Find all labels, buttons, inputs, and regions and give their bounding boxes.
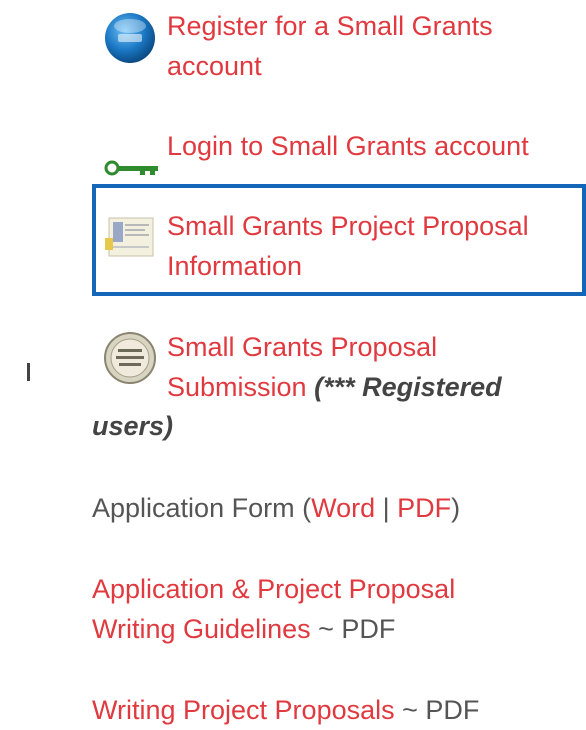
application-form-close: ) — [451, 493, 461, 523]
proposal-info-line2: Information — [167, 251, 303, 281]
proposal-info-line1: Small Grants Project Proposal — [167, 211, 529, 241]
writing-proposals-link[interactable]: Writing Project Proposals — [92, 695, 395, 725]
register-globe-icon[interactable] — [104, 12, 156, 64]
submission-line2: Submission — [167, 372, 307, 402]
login-link[interactable]: Login to Small Grants account — [167, 131, 529, 161]
writing-pdf-suffix: ~ PDF — [394, 695, 480, 725]
submission-badge-icon[interactable] — [103, 331, 157, 385]
application-form-label: Application Form ( — [92, 493, 312, 523]
pdf-link[interactable]: PDF — [397, 493, 451, 523]
registered-users-note: (*** Registered — [314, 372, 502, 402]
register-link-line2: account — [167, 51, 262, 81]
guidelines-line1: Application & Project Proposal — [92, 574, 456, 604]
guidelines-line2: Writing Guidelines — [92, 614, 311, 644]
guidelines-pdf-suffix: ~ PDF — [318, 614, 396, 644]
document-info-icon[interactable] — [103, 212, 159, 260]
submission-line1: Small Grants Proposal — [167, 332, 438, 362]
key-icon[interactable] — [104, 147, 160, 176]
registered-users-note-wrap: users) — [92, 411, 174, 441]
register-link-line1: Register for a Small Grants — [167, 11, 493, 41]
word-link[interactable]: Word — [311, 493, 375, 523]
side-marker — [27, 363, 30, 381]
application-form-row: Application Form (Word | PDF) — [92, 488, 460, 528]
format-separator: | — [375, 493, 398, 523]
register-link[interactable]: Register for a Small Grants account — [167, 11, 493, 81]
guidelines-link[interactable]: Application & Project Proposal Writing G… — [92, 574, 455, 644]
proposal-info-link[interactable]: Small Grants Project Proposal Informatio… — [167, 211, 529, 281]
